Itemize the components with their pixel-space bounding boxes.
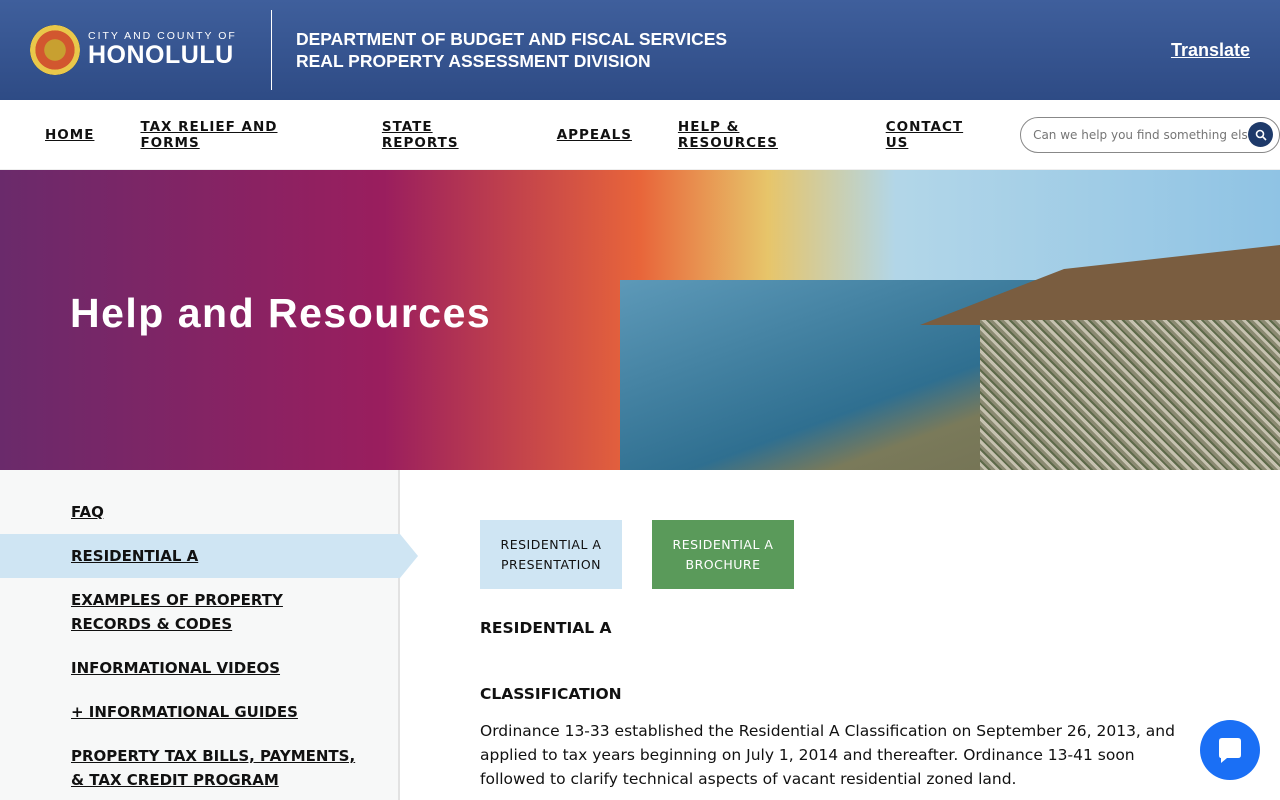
brochure-button[interactable]: RESIDENTIAL A BROCHURE — [652, 520, 794, 589]
nav-help-resources[interactable]: HELP & RESOURCES — [678, 119, 840, 151]
page-title: Help and Resources — [70, 290, 492, 336]
nav-appeals[interactable]: APPEALS — [557, 127, 632, 143]
divider — [271, 10, 272, 90]
search-box — [1020, 116, 1280, 153]
chat-icon — [1219, 738, 1241, 763]
sidebar-item-videos[interactable]: INFORMATIONAL VIDEOS — [0, 656, 398, 680]
nav-state-reports[interactable]: STATE REPORTS — [382, 119, 511, 151]
hero-image-town — [980, 320, 1280, 470]
classification-heading: CLASSIFICATION — [480, 685, 622, 703]
sidebar-item-residential-a[interactable]: RESIDENTIAL A — [0, 534, 418, 578]
presentation-button[interactable]: RESIDENTIAL A PRESENTATION — [480, 520, 622, 589]
dept-line2: REAL PROPERTY ASSESSMENT DIVISION — [296, 51, 651, 71]
hero-banner: Help and Resources — [0, 170, 1280, 470]
sidebar-item-examples[interactable]: EXAMPLES OF PROPERTY RECORDS & CODES — [0, 588, 398, 636]
main-nav: HOME TAX RELIEF AND FORMS STATE REPORTS … — [0, 100, 1280, 170]
search-icon — [1255, 129, 1267, 141]
main-content: RESIDENTIAL A PRESENTATION RESIDENTIAL A… — [400, 470, 1280, 800]
city-logo-text[interactable]: CITY AND COUNTY OF HONOLULU — [88, 30, 237, 70]
nav-home[interactable]: HOME — [45, 127, 94, 143]
city-seal-logo[interactable] — [30, 25, 80, 75]
section-heading: RESIDENTIAL A — [480, 619, 612, 637]
search-button[interactable] — [1248, 122, 1273, 147]
sidebar-item-faq[interactable]: FAQ — [0, 500, 398, 524]
site-header: CITY AND COUNTY OF HONOLULU DEPARTMENT O… — [0, 0, 1280, 100]
chat-button[interactable] — [1200, 720, 1260, 780]
nav-tax-relief[interactable]: TAX RELIEF AND FORMS — [140, 119, 335, 151]
classification-text: Ordinance 13-33 established the Resident… — [480, 722, 1175, 788]
sidebar: FAQ RESIDENTIAL A EXAMPLES OF PROPERTY R… — [0, 470, 418, 800]
dept-line1: DEPARTMENT OF BUDGET AND FISCAL SERVICES — [296, 29, 728, 49]
sidebar-item-tax-bills[interactable]: PROPERTY TAX BILLS, PAYMENTS, & TAX CRED… — [0, 744, 398, 792]
sidebar-item-guides[interactable]: + INFORMATIONAL GUIDES — [0, 700, 398, 724]
translate-link[interactable]: Translate — [1171, 40, 1250, 61]
search-input[interactable] — [1033, 127, 1248, 142]
nav-contact-us[interactable]: CONTACT US — [886, 119, 988, 151]
city-name: HONOLULU — [88, 41, 234, 69]
department-title: DEPARTMENT OF BUDGET AND FISCAL SERVICES… — [296, 28, 727, 72]
